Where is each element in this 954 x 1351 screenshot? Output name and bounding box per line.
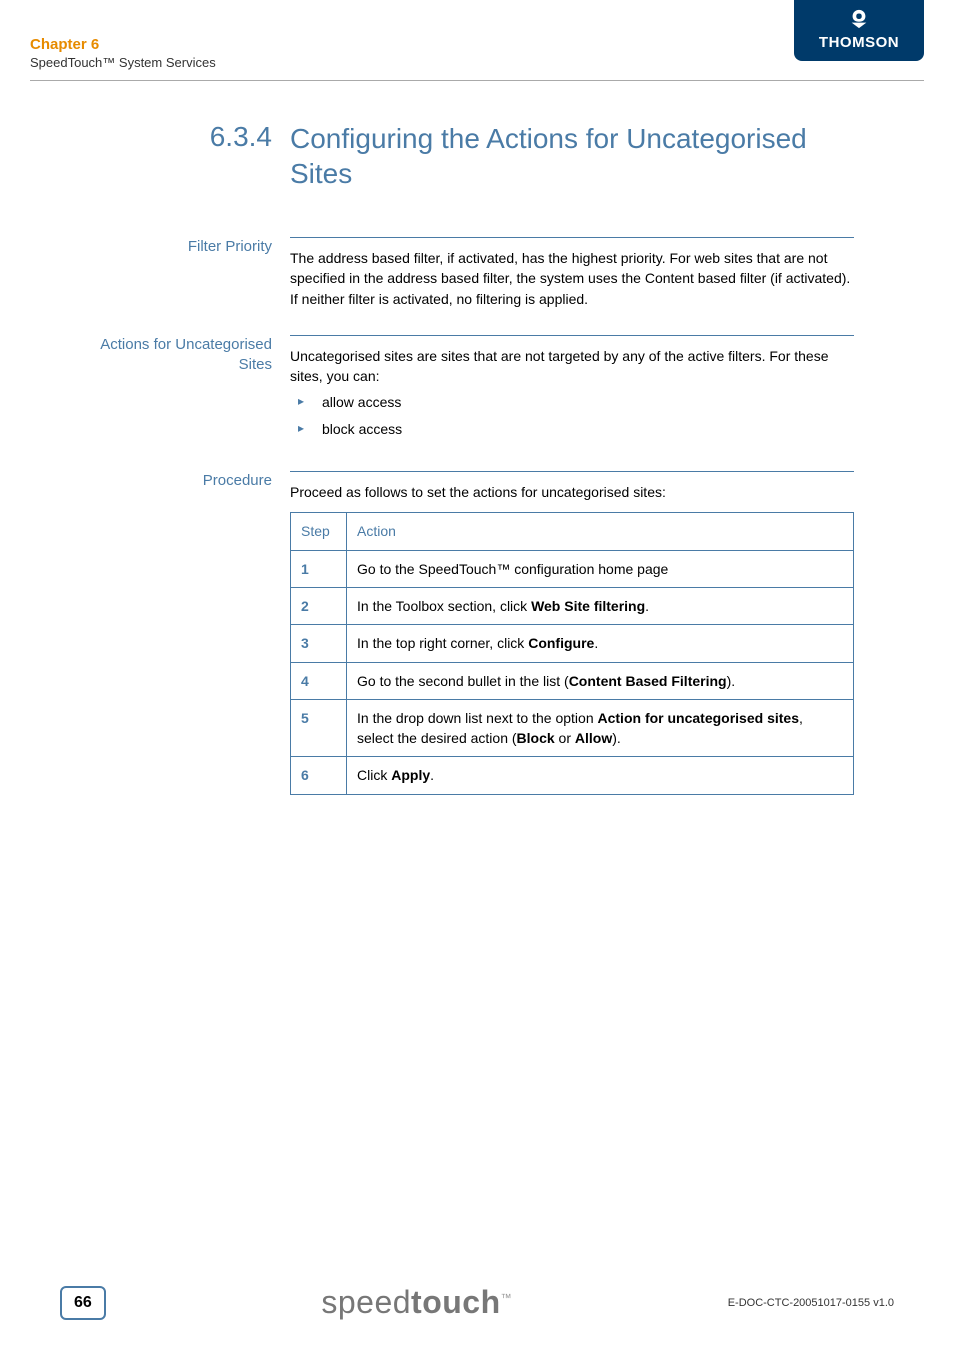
table-row: 4Go to the second bullet in the list (Co… bbox=[291, 662, 854, 699]
table-row: 1Go to the SpeedTouch™ configuration hom… bbox=[291, 550, 854, 587]
step-number-cell: 6 bbox=[291, 757, 347, 794]
step-number-cell: 4 bbox=[291, 662, 347, 699]
logo-light: speed bbox=[321, 1284, 411, 1320]
table-header-step: Step bbox=[291, 513, 347, 550]
step-number-cell: 1 bbox=[291, 550, 347, 587]
content-area: 6.3.4 Configuring the Actions for Uncate… bbox=[0, 81, 954, 795]
block-body-filter-priority: The address based filter, if activated, … bbox=[290, 237, 854, 309]
thomson-logo: THOMSON bbox=[794, 0, 924, 61]
step-number-cell: 5 bbox=[291, 699, 347, 757]
table-row: 3In the top right corner, click Configur… bbox=[291, 625, 854, 662]
list-item: allow access bbox=[296, 392, 854, 412]
table-row: 5In the drop down list next to the optio… bbox=[291, 699, 854, 757]
actions-intro-text: Uncategorised sites are sites that are n… bbox=[290, 346, 854, 387]
step-action-cell: Go to the SpeedTouch™ configuration home… bbox=[347, 550, 854, 587]
section-heading: 6.3.4 Configuring the Actions for Uncate… bbox=[100, 121, 854, 191]
list-item: block access bbox=[296, 419, 854, 439]
rule-divider bbox=[290, 237, 854, 238]
block-label-procedure: Procedure bbox=[100, 471, 290, 491]
logo-tm: ™ bbox=[501, 1292, 513, 1304]
rule-divider bbox=[290, 471, 854, 472]
table-row: 2In the Toolbox section, click Web Site … bbox=[291, 587, 854, 624]
block-actions: Actions for Uncategorised Sites Uncatego… bbox=[100, 335, 854, 445]
block-filter-priority: Filter Priority The address based filter… bbox=[100, 237, 854, 309]
step-number-cell: 2 bbox=[291, 587, 347, 624]
section-number: 6.3.4 bbox=[100, 121, 290, 153]
document-id: E-DOC-CTC-20051017-0155 v1.0 bbox=[728, 1297, 894, 1309]
block-label-filter-priority: Filter Priority bbox=[100, 237, 290, 257]
footer-center: speedtouch™ bbox=[106, 1284, 728, 1321]
procedure-table: Step Action 1Go to the SpeedTouch™ confi… bbox=[290, 512, 854, 794]
actions-bullet-list: allow access block access bbox=[290, 392, 854, 439]
step-action-cell: In the top right corner, click Configure… bbox=[347, 625, 854, 662]
table-header-row: Step Action bbox=[291, 513, 854, 550]
page-footer: 66 speedtouch™ E-DOC-CTC-20051017-0155 v… bbox=[0, 1284, 954, 1321]
chapter-subtitle: SpeedTouch™ System Services bbox=[30, 55, 216, 70]
block-label-actions: Actions for Uncategorised Sites bbox=[100, 335, 290, 376]
logo-bold: touch bbox=[411, 1284, 501, 1320]
step-action-cell: In the Toolbox section, click Web Site f… bbox=[347, 587, 854, 624]
page-header: Chapter 6 SpeedTouch™ System Services TH… bbox=[0, 0, 954, 70]
chapter-title: Chapter 6 bbox=[30, 36, 216, 53]
filter-priority-text: The address based filter, if activated, … bbox=[290, 248, 854, 309]
table-row: 6Click Apply. bbox=[291, 757, 854, 794]
step-action-cell: In the drop down list next to the option… bbox=[347, 699, 854, 757]
thomson-icon bbox=[848, 8, 870, 30]
table-header-action: Action bbox=[347, 513, 854, 550]
thomson-brand-text: THOMSON bbox=[808, 34, 910, 51]
section-title: Configuring the Actions for Uncategorise… bbox=[290, 121, 854, 191]
rule-divider bbox=[290, 335, 854, 336]
speedtouch-logo: speedtouch™ bbox=[321, 1284, 512, 1320]
step-action-cell: Click Apply. bbox=[347, 757, 854, 794]
header-left: Chapter 6 SpeedTouch™ System Services bbox=[30, 30, 216, 70]
page-number: 66 bbox=[60, 1286, 106, 1320]
block-procedure: Procedure Proceed as follows to set the … bbox=[100, 471, 854, 795]
step-action-cell: Go to the second bullet in the list (Con… bbox=[347, 662, 854, 699]
block-body-procedure: Proceed as follows to set the actions fo… bbox=[290, 471, 854, 795]
procedure-intro-text: Proceed as follows to set the actions fo… bbox=[290, 482, 854, 502]
block-body-actions: Uncategorised sites are sites that are n… bbox=[290, 335, 854, 445]
step-number-cell: 3 bbox=[291, 625, 347, 662]
